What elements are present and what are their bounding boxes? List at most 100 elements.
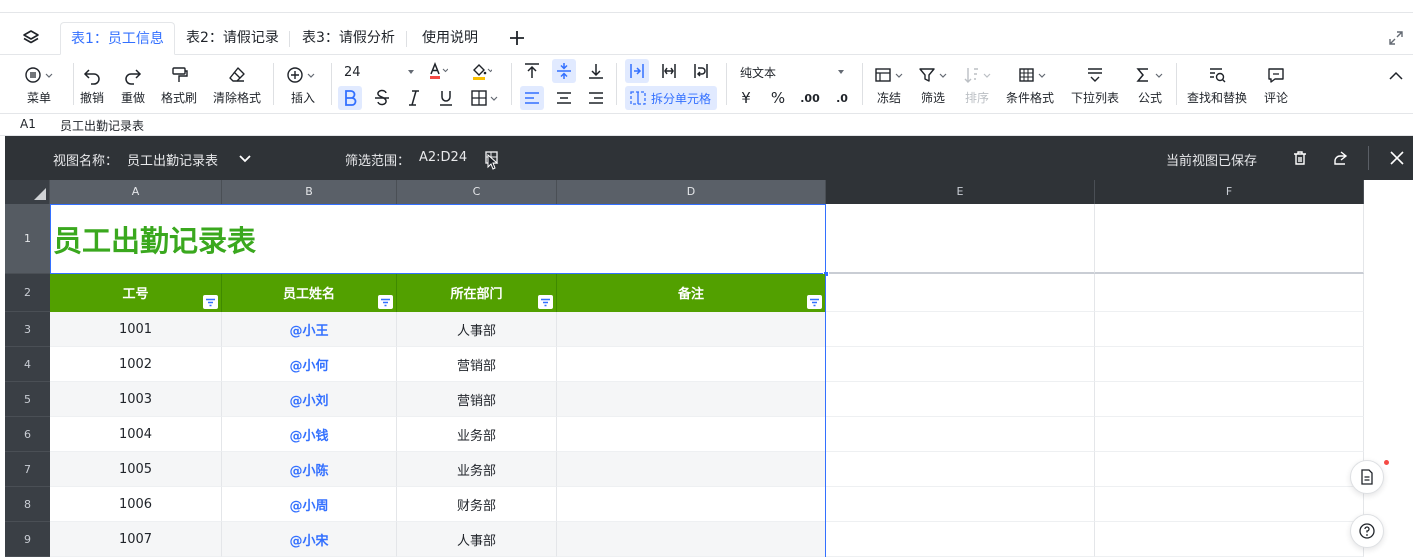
layers-icon[interactable] [20, 27, 42, 49]
chevron-down-icon[interactable] [237, 150, 253, 166]
clear-format-button[interactable]: 清除格式 [213, 64, 261, 106]
column-header-c[interactable]: C [397, 180, 557, 204]
column-header-a[interactable]: A [50, 180, 222, 204]
cell-employee-name[interactable]: @小周 [222, 487, 397, 522]
cell-employee-id[interactable]: 1003 [50, 382, 222, 417]
tab-leave-records[interactable]: 表2：请假记录 [176, 22, 289, 55]
font-size-select[interactable]: 24 [340, 60, 418, 84]
add-sheet-icon[interactable] [506, 27, 528, 49]
cell-note[interactable] [557, 417, 826, 452]
cell-department[interactable]: 财务部 [397, 487, 557, 522]
cell-department[interactable]: 营销部 [397, 382, 557, 417]
cell-employee-name[interactable]: @小宋 [222, 522, 397, 557]
select-all-corner[interactable] [5, 180, 50, 204]
cell-e2[interactable] [826, 274, 1095, 312]
cell-employee-id[interactable]: 1005 [50, 452, 222, 487]
header-cell-note[interactable]: 备注 [557, 274, 826, 312]
bold-button[interactable] [338, 86, 362, 110]
cell-empty-e[interactable] [826, 347, 1095, 382]
filter-icon[interactable] [378, 295, 393, 309]
align-bottom-button[interactable] [584, 59, 608, 83]
expand-icon[interactable] [1387, 29, 1405, 47]
increase-decimal-button[interactable]: .00 [798, 86, 822, 110]
insert-button[interactable]: 插入 [286, 64, 320, 106]
column-header-e[interactable]: E [826, 180, 1095, 204]
cell-department[interactable]: 人事部 [397, 522, 557, 557]
text-overflow-button[interactable] [657, 59, 681, 83]
cell-employee-id[interactable]: 1007 [50, 522, 222, 557]
formula-input[interactable]: 员工出勤记录表 [60, 117, 144, 134]
cell-department[interactable]: 人事部 [397, 312, 557, 347]
tab-leave-analysis[interactable]: 表3：请假分析 [292, 22, 405, 55]
cell-empty-e[interactable] [826, 417, 1095, 452]
percent-format-button[interactable]: % [766, 86, 790, 110]
row-header-1[interactable]: 1 [5, 204, 50, 274]
cell-note[interactable] [557, 312, 826, 347]
sort-button[interactable]: 排序 [959, 64, 995, 106]
decrease-decimal-button[interactable]: .0 [830, 86, 854, 110]
conditional-format-button[interactable]: 条件格式 [1006, 64, 1054, 106]
document-panel-button[interactable] [1350, 460, 1384, 494]
share-view-icon[interactable] [1331, 149, 1349, 167]
cell-employee-id[interactable]: 1004 [50, 417, 222, 452]
cell-note[interactable] [557, 487, 826, 522]
strikethrough-button[interactable] [370, 86, 394, 110]
view-name-select[interactable]: 员工出勤记录表 [127, 150, 218, 169]
number-format-select[interactable]: 纯文本 [736, 60, 848, 84]
cell-e1[interactable] [826, 204, 1095, 274]
cell-f2[interactable] [1095, 274, 1364, 312]
title-cell[interactable]: 员工出勤记录表 [50, 204, 826, 274]
cell-empty-e[interactable] [826, 522, 1095, 557]
column-header-d[interactable]: D [557, 180, 826, 204]
fill-color-button[interactable] [468, 59, 492, 83]
cell-f1[interactable] [1095, 204, 1364, 274]
filter-icon[interactable] [203, 295, 218, 309]
cell-empty-e[interactable] [826, 312, 1095, 347]
help-button[interactable] [1350, 514, 1384, 548]
borders-button[interactable] [468, 86, 502, 110]
cell-employee-id[interactable]: 1002 [50, 347, 222, 382]
row-header-6[interactable]: 6 [5, 417, 50, 452]
redo-button[interactable]: 重做 [121, 64, 145, 106]
column-header-b[interactable]: B [222, 180, 397, 204]
cell-employee-name[interactable]: @小何 [222, 347, 397, 382]
row-header-5[interactable]: 5 [5, 382, 50, 417]
cell-empty-f[interactable] [1095, 417, 1364, 452]
cell-empty-f[interactable] [1095, 452, 1364, 487]
align-center-button[interactable] [552, 86, 576, 110]
comment-button[interactable]: 评论 [1264, 64, 1288, 106]
cell-empty-f[interactable] [1095, 522, 1364, 557]
format-painter-button[interactable]: 格式刷 [161, 64, 197, 106]
filter-button[interactable]: 筛选 [915, 64, 951, 106]
cell-empty-f[interactable] [1095, 382, 1364, 417]
row-header-9[interactable]: 9 [5, 522, 50, 557]
cell-empty-e[interactable] [826, 382, 1095, 417]
filter-icon[interactable] [538, 295, 553, 309]
align-right-button[interactable] [584, 86, 608, 110]
dropdown-list-button[interactable]: 下拉列表 [1071, 64, 1119, 106]
tab-employee-info[interactable]: 表1：员工信息 [60, 22, 175, 55]
undo-button[interactable]: 撤销 [80, 64, 104, 106]
cell-note[interactable] [557, 382, 826, 417]
cell-empty-f[interactable] [1095, 487, 1364, 522]
delete-view-icon[interactable] [1291, 149, 1309, 167]
cell-empty-f[interactable] [1095, 312, 1364, 347]
row-header-2[interactable]: 2 [5, 274, 50, 312]
split-cells-button[interactable]: 拆分单元格 [625, 86, 717, 110]
freeze-button[interactable]: 冻结 [871, 64, 907, 106]
menu-button[interactable]: 菜单 [22, 64, 56, 106]
filter-icon[interactable] [807, 295, 822, 309]
cell-employee-id[interactable]: 1001 [50, 312, 222, 347]
cell-employee-id[interactable]: 1006 [50, 487, 222, 522]
cell-department[interactable]: 业务部 [397, 452, 557, 487]
cell-note[interactable] [557, 347, 826, 382]
cell-department[interactable]: 营销部 [397, 347, 557, 382]
cell-employee-name[interactable]: @小钱 [222, 417, 397, 452]
header-cell-id[interactable]: 工号 [50, 274, 222, 312]
currency-format-button[interactable]: ¥ [734, 86, 758, 110]
header-cell-department[interactable]: 所在部门 [397, 274, 557, 312]
close-icon[interactable] [1388, 149, 1406, 167]
align-left-button[interactable] [520, 86, 544, 110]
underline-button[interactable] [434, 86, 458, 110]
cell-empty-f[interactable] [1095, 347, 1364, 382]
